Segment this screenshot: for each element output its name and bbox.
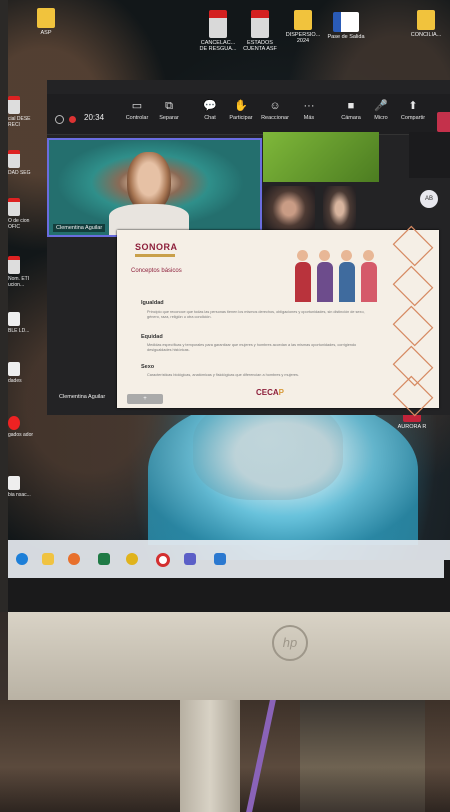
desktop-left-icon[interactable]: Nom. ETI ucion... [8,256,38,288]
slide-title: Conceptos básicos [131,268,182,274]
word-icon [333,12,359,32]
desktop-left-icon[interactable]: BLE LD... [8,312,38,334]
slide-logo: SONORA [135,242,178,252]
file-icon [8,312,20,326]
excel-icon[interactable] [98,553,110,565]
logo-underline [135,254,175,257]
desktop-left-icon[interactable]: cial DESE RECI [8,96,38,128]
video-tile[interactable] [409,132,450,178]
desktop-icon-pase[interactable]: Pase de Salida [326,12,366,40]
folder-icon [37,8,55,28]
meeting-toolbar: 20:34 ▭ Controlar ⧉ Separar 💬 Chat ✋ Partici… [47,94,450,135]
bullet-text: Principio que reconoce que todas las per… [147,310,365,319]
pdf-icon [8,198,20,216]
pdf-icon [251,10,269,38]
video-tile[interactable] [323,186,356,236]
main-video-tile[interactable]: Clementina Aguilar [47,138,262,237]
desktop-left-icon[interactable]: gados ador [8,416,38,438]
bullet-term: Equidad [141,334,163,340]
figure-head [319,250,330,261]
firefox-icon[interactable] [68,553,80,565]
bullet-term: Igualdad [141,300,164,306]
people-illustration [285,244,385,302]
figure-head [297,250,308,261]
meeting-timer: 20:34 [84,113,105,122]
folder-icon [294,10,312,30]
taskbar [8,540,450,578]
figure-head [363,250,374,261]
popout-button[interactable]: ⧉ Separar [149,100,189,121]
left-edge [0,0,8,612]
monitor-chin [8,612,450,700]
figure-head [341,250,352,261]
folder-icon [417,10,435,30]
figure [361,262,377,302]
bullet-text: Medidas específicas y temporales para ga… [147,343,357,352]
desktop-icon-asp[interactable]: ASP [26,8,66,36]
file-icon [8,362,20,376]
avatar[interactable]: AB [420,190,438,208]
desktop-icon-dispersio[interactable]: DISPERSIO... 2024 [283,10,323,44]
status-icon [55,115,64,124]
opera-icon[interactable] [156,553,170,567]
bezel-edge [444,560,450,612]
decor-diamond [392,225,434,267]
decor-diamond [392,305,434,347]
opera-icon [8,416,20,430]
share-button[interactable]: ⬆ Compartir [393,100,433,121]
wallpaper-shirt [148,395,418,545]
figure [339,262,355,302]
popout-icon: ⧉ [165,100,173,112]
slide-footer-brand: CECAP [256,388,285,397]
bullet-text: Características biológicas, anatómicas y… [147,373,299,377]
share-icon: ⬆ [408,100,418,112]
desktop-icon-concilia[interactable]: CONCILIA... [406,10,446,38]
pdf-icon [8,96,20,114]
teams-icon[interactable] [184,553,196,565]
leave-button[interactable] [437,112,450,132]
edge-icon[interactable] [16,553,28,565]
figure [295,262,311,302]
participant-name: Clementina Aguilar [53,224,106,232]
storage-box [300,700,425,812]
photo-background: ASP CANCELAC... DE RESGUA... ESTADOS CUE… [0,0,450,812]
pdf-icon [8,256,20,274]
desktop-left-icon[interactable]: dades [8,362,38,384]
shared-slide: SONORA Conceptos básicos Igualdad Princi… [117,225,439,417]
pdf-icon [209,10,227,38]
participant-face [127,152,171,212]
monitor-stand [180,700,240,812]
desktop-left-icon[interactable]: DAD SEG [8,150,38,176]
chrome-icon[interactable] [126,553,138,565]
hp-logo: hp [272,625,308,661]
video-tile[interactable] [263,186,315,236]
pdf-icon [8,150,20,168]
monitor-bezel [8,578,450,612]
more-button[interactable]: ··· Más [289,100,329,121]
file-explorer-icon[interactable] [42,553,54,565]
decor-diamond [392,265,434,307]
bullet-term: Sexo [141,364,155,370]
more-icon: ··· [303,100,315,112]
desktop-icon-estados[interactable]: ESTADOS CUENTA ASF [240,10,280,52]
figure [317,262,333,302]
desktop-left-icon[interactable]: bia nsac... [8,476,38,498]
desktop-left-icon[interactable]: O de cion OFIC [8,198,38,230]
file-icon [8,476,20,490]
outlook-icon[interactable] [214,553,226,565]
shared-screen-owner: Clementina Aguilar [59,394,106,400]
slide-nav-control[interactable]: + [127,394,163,404]
desktop-icon-cancelac[interactable]: CANCELAC... DE RESGUA... [198,10,238,52]
video-tile[interactable] [263,132,379,182]
recording-icon [69,116,76,123]
